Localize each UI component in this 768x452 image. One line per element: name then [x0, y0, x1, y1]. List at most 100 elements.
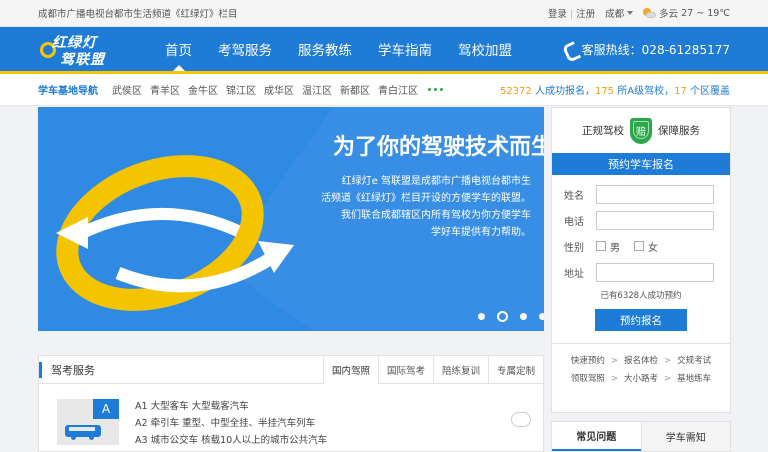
city-name: 成都	[605, 9, 625, 20]
region-count: 17	[674, 86, 687, 97]
male-checkbox[interactable]	[596, 241, 606, 251]
phone-field[interactable]	[596, 210, 714, 230]
list-item: A2 牵引车 重型、中型全挂、半挂汽车列车	[135, 418, 316, 429]
brand-left-text: 正规驾校	[582, 125, 624, 137]
logo[interactable]: 红绿灯 驾联盟	[38, 27, 138, 71]
district-link[interactable]: 武侯区	[112, 82, 142, 97]
banner-headline: 为了你的驾驶技术而生	[333, 134, 544, 160]
login-divider: |	[569, 9, 574, 20]
process-link[interactable]: 大小路考	[624, 370, 658, 388]
city-selector[interactable]: 成都	[605, 6, 634, 20]
service-body: A A1 大型客车 大型载客汽车 A2 牵引车 重型、中型全挂、半挂汽车列车 A…	[39, 384, 543, 449]
arrow-right-icon: >	[664, 356, 672, 366]
school-count: 175	[594, 86, 615, 97]
submit-signup-button[interactable]: 预约报名	[595, 309, 687, 331]
chevron-down-icon	[627, 11, 634, 15]
top-bar-right: 登录 | 注册 成都 多云 27 ~ 19℃	[548, 6, 730, 20]
section-marker	[39, 362, 42, 378]
list-item: A1 大型客车 大型载客汽车	[135, 401, 249, 412]
chat-bubble-icon[interactable]	[511, 412, 531, 427]
district-nav: 学车基地导航 武侯区 青羊区 金牛区 锦江区 成华区 温江区 新都区 青白江区 …	[0, 74, 768, 106]
carousel-dot[interactable]	[539, 313, 544, 320]
temperature: 27 ~ 19℃	[681, 7, 730, 19]
banner-desc-line: 红绿灯e 驾联盟是成都市广播电视台都市生	[341, 176, 531, 187]
process-link[interactable]: 交规考试	[677, 352, 711, 370]
tab-domestic-license[interactable]: 国内驾照	[322, 355, 378, 385]
brand-right-text: 保障服务	[658, 125, 700, 137]
district-link[interactable]: 青羊区	[150, 82, 180, 97]
arrow-right-icon: >	[610, 356, 618, 366]
phone-icon	[564, 42, 576, 56]
region-label: 个区覆盖	[686, 86, 730, 97]
license-class-list: A1 大型客车 大型载客汽车 A2 牵引车 重型、中型全挂、半挂汽车列车 A3 …	[135, 398, 327, 449]
tab-learner-notes[interactable]: 学车需知	[640, 422, 730, 451]
female-checkbox[interactable]	[634, 241, 644, 251]
main-nav: 红绿灯 驾联盟 首页 考驾服务 服务教练 学车指南 驾校加盟 客服热线：028-…	[0, 27, 768, 71]
shield-badge-text: 赔	[636, 127, 646, 138]
section-title: 驾考服务	[51, 363, 95, 377]
banner-desc-line: 学好车提供有力帮助。	[431, 227, 531, 238]
arrow-right-icon: >	[664, 374, 672, 384]
signup-count: 52372	[499, 86, 532, 97]
license-class-card[interactable]: A	[57, 399, 119, 445]
hero-banner[interactable]: 为了你的驾驶技术而生 红绿灯e 驾联盟是成都市广播电视台都市生 活频道《红绿灯》…	[38, 107, 544, 331]
banner-desc-line: 活频道《红绿灯》栏目开设的方便学车的联盟。	[321, 193, 531, 204]
partly-cloudy-icon	[643, 7, 657, 19]
faq-tabs: 常见问题 学车需知	[551, 421, 731, 452]
shield-icon: 赔	[630, 117, 652, 144]
district-link[interactable]: 新都区	[340, 82, 370, 97]
signup-form: 姓名 电话 性别 男 女 地址 已有6328人成功预约 预约报名	[552, 175, 730, 331]
carousel-dot[interactable]	[478, 313, 485, 320]
bus-icon	[65, 425, 101, 440]
district-nav-title: 学车基地导航	[38, 86, 98, 97]
carousel-dot[interactable]	[520, 313, 527, 320]
guarantee-brand: 正规驾校 赔 保障服务	[552, 108, 730, 153]
hotline-text: 客服热线：028-61285177	[581, 42, 730, 57]
section-header: 驾考服务 国内驾照 国际驾考 陪练复训 专属定制	[39, 355, 543, 385]
signup-label: 人成功报名，	[531, 86, 595, 97]
process-link[interactable]: 快速预约	[571, 352, 605, 370]
nav-item-coaches[interactable]: 服务教练	[285, 27, 365, 71]
process-link[interactable]: 基地练车	[677, 370, 711, 388]
signup-count-text: 已有6328人成功预约	[600, 291, 682, 301]
signup-panel-title: 预约学车报名	[552, 153, 730, 175]
nav-item-join[interactable]: 驾校加盟	[445, 27, 525, 71]
female-label: 女	[648, 242, 658, 254]
process-link[interactable]: 领取驾照	[571, 370, 605, 388]
district-link[interactable]: 温江区	[302, 82, 332, 97]
tab-refresher-training[interactable]: 陪练复训	[432, 355, 488, 384]
district-link[interactable]: 金牛区	[188, 82, 218, 97]
more-districts-icon[interactable]	[428, 88, 443, 91]
district-link[interactable]: 青白江区	[378, 82, 418, 97]
name-label: 姓名	[564, 190, 584, 202]
tab-faq[interactable]: 常见问题	[552, 422, 641, 451]
district-link[interactable]: 成华区	[264, 82, 294, 97]
nav-item-guide[interactable]: 学车指南	[365, 27, 445, 71]
login-link[interactable]: 登录	[548, 9, 567, 20]
address-field[interactable]	[596, 262, 714, 282]
license-class-badge: A	[93, 399, 119, 419]
name-field[interactable]	[596, 184, 714, 204]
list-item: A3 城市公交车 核载10人以上的城市公共汽车	[135, 435, 328, 446]
e-arrow-logo	[56, 155, 294, 311]
nav-item-exam-service[interactable]: 考驾服务	[205, 27, 285, 71]
logo-line-2: 驾联盟	[60, 52, 105, 68]
signup-panel: 正规驾校 赔 保障服务 预约学车报名 姓名 电话 性别 男 女 地址 已有632…	[551, 107, 731, 413]
carousel-dot-active[interactable]	[497, 311, 508, 322]
male-label: 男	[610, 242, 620, 254]
phone-label: 电话	[564, 216, 584, 228]
hotline: 客服热线：028-61285177	[564, 27, 730, 71]
tab-custom-plan[interactable]: 专属定制	[487, 355, 543, 384]
exam-service-section: 驾考服务 国内驾照 国际驾考 陪练复训 专属定制 A A1 大型客车 大型载客汽…	[38, 355, 544, 452]
nav-item-home[interactable]: 首页	[152, 27, 205, 71]
school-label: 所A级驾校，	[614, 86, 675, 97]
nav-menu: 首页 考驾服务 服务教练 学车指南 驾校加盟	[152, 27, 525, 71]
process-link[interactable]: 报名体检	[624, 352, 658, 370]
tab-international-license[interactable]: 国际驾考	[377, 355, 433, 384]
weather-widget: 多云 27 ~ 19℃	[643, 6, 730, 20]
register-link[interactable]: 注册	[576, 9, 595, 20]
arrow-right-icon: >	[610, 374, 618, 384]
district-link[interactable]: 锦江区	[226, 82, 256, 97]
gender-label: 性别	[564, 242, 584, 254]
banner-desc-line: 我们联合成都辖区内所有驾校为你方便学车	[341, 210, 531, 221]
